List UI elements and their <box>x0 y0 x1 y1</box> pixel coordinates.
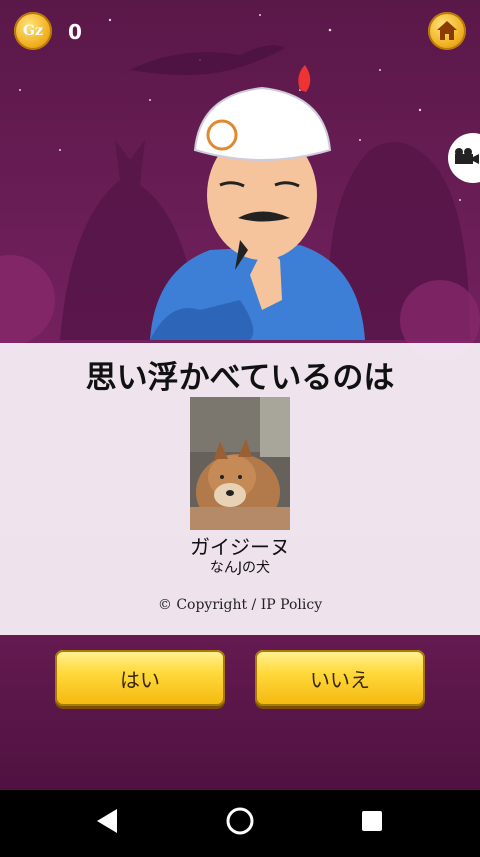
recents-square-icon[interactable] <box>362 811 382 831</box>
coin-icon: Gz <box>14 12 52 50</box>
dog-photo-image <box>190 397 290 530</box>
back-triangle-icon[interactable] <box>97 809 117 833</box>
no-button-label: いいえ <box>310 667 370 692</box>
video-button[interactable] <box>448 133 480 183</box>
home-circle-icon[interactable] <box>226 807 254 835</box>
home-button[interactable] <box>428 12 466 50</box>
coin-count: 0 <box>68 20 82 44</box>
moon-icon <box>45 40 104 106</box>
character-description: なんJの犬 <box>209 560 271 576</box>
panel-title: 思い浮かべているのは <box>85 360 395 396</box>
system-navbar <box>0 790 480 853</box>
character-photo <box>190 397 290 530</box>
video-camera-icon <box>455 148 479 164</box>
home-icon <box>437 21 457 40</box>
yes-button-label: はい <box>120 667 160 692</box>
no-button[interactable]: いいえ <box>255 650 425 706</box>
copyright-link[interactable]: © Copyright / IP Policy <box>0 597 480 613</box>
yes-button[interactable]: はい <box>55 650 225 706</box>
character-name: ガイジーヌ <box>190 535 290 559</box>
genie-figure <box>150 65 365 340</box>
